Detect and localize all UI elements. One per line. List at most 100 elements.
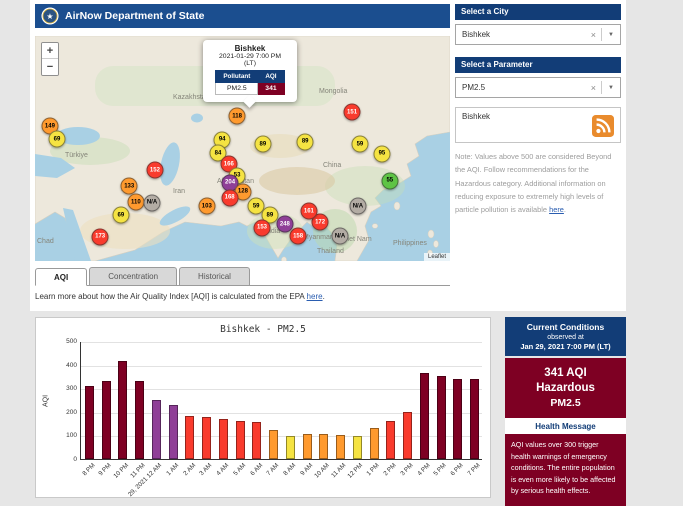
chart-title: Bishkek - PM2.5 (36, 324, 490, 335)
chart-bar[interactable] (85, 386, 94, 459)
chart-bar[interactable] (202, 417, 211, 459)
chart-bar[interactable] (470, 379, 479, 459)
popup-datetime: 2021-01-29 7:00 PM (207, 53, 293, 60)
chart-bar[interactable] (336, 435, 345, 459)
map-aqi-marker[interactable]: 95 (373, 145, 390, 162)
city-clear-icon[interactable]: × (586, 30, 601, 40)
x-axis-tick-label: 4 AM (215, 462, 230, 477)
chart-bar[interactable] (118, 361, 127, 459)
x-axis-tick-label: 1 PM (366, 462, 381, 477)
aqi-note-text: Note: Values above 500 are considered Be… (455, 152, 611, 214)
chart-plot: AQI 01002003004005008 PM9 PM10 PM11 PM29… (80, 342, 482, 460)
map-aqi-marker[interactable]: N/A (349, 198, 366, 215)
current-aqi-block: 341 AQI Hazardous PM2.5 (505, 358, 626, 418)
chart-bar[interactable] (135, 381, 144, 459)
epa-info-suffix: . (323, 292, 325, 301)
chart-bar[interactable] (269, 430, 278, 459)
popup-pollutant-value: PM2.5 (216, 83, 258, 95)
map-aqi-marker[interactable]: 89 (297, 133, 314, 150)
map-aqi-marker[interactable]: 248 (276, 216, 293, 233)
city-caret-down-icon[interactable]: ▼ (602, 32, 620, 38)
chart-bar[interactable] (353, 436, 362, 459)
map-aqi-marker[interactable]: 151 (344, 104, 361, 121)
chart-bar[interactable] (437, 376, 446, 459)
chart-bar[interactable] (102, 381, 111, 459)
chart-bar[interactable] (252, 422, 261, 459)
chart-bar[interactable] (370, 428, 379, 459)
popup-city: Bishkek (207, 44, 293, 53)
popup-table: Pollutant AQI PM2.5 341 (215, 70, 284, 95)
map-aqi-marker[interactable]: 133 (121, 178, 138, 195)
y-axis-tick-label: 400 (49, 362, 77, 369)
chart-bar[interactable] (453, 379, 462, 459)
current-aqi-value: 341 AQI (507, 367, 624, 379)
select-parameter-header: Select a Parameter (455, 57, 621, 73)
map-aqi-marker[interactable]: 89 (254, 136, 271, 153)
aqi-note-suffix: . (564, 205, 566, 214)
chart-bar[interactable] (236, 421, 245, 459)
map-aqi-marker[interactable]: 69 (112, 207, 129, 224)
map-aqi-marker[interactable]: N/A (332, 228, 349, 245)
map-aqi-marker[interactable]: 55 (381, 172, 398, 189)
svg-text:★: ★ (46, 12, 53, 21)
current-conditions-header: Current Conditions observed at Jan 29, 2… (505, 317, 626, 356)
map-aqi-marker[interactable]: 173 (92, 228, 109, 245)
chart-panel: Bishkek - PM2.5 AQI 01002003004005008 PM… (35, 317, 491, 498)
x-axis-tick-label: 3 PM (399, 462, 414, 477)
map-popup: Bishkek 2021-01-29 7:00 PM (LT) Pollutan… (203, 40, 297, 102)
x-axis-tick-label: 6 AM (249, 462, 264, 477)
city-select[interactable]: Bishkek × ▼ (455, 24, 621, 45)
chart-bar[interactable] (303, 434, 312, 459)
parameter-select[interactable]: PM2.5 × ▼ (455, 77, 621, 98)
zoom-in-button[interactable]: + (42, 43, 58, 59)
rss-city-label: Bishkek (462, 112, 490, 121)
x-axis-tick-label: 1 AM (165, 462, 180, 477)
x-axis-tick-label: 2 PM (382, 462, 397, 477)
parameter-caret-down-icon[interactable]: ▼ (602, 85, 620, 91)
chart-bar[interactable] (403, 412, 412, 459)
chart-bar[interactable] (185, 416, 194, 459)
map-aqi-marker[interactable]: 168 (221, 189, 238, 206)
tab-historical[interactable]: Historical (179, 267, 250, 285)
chart-bar[interactable] (286, 436, 295, 459)
map-aqi-marker[interactable]: 152 (146, 162, 163, 179)
map-aqi-marker[interactable]: 153 (254, 219, 271, 236)
zoom-out-button[interactable]: − (42, 59, 58, 75)
map-aqi-marker[interactable]: 69 (48, 131, 65, 148)
chart-bar[interactable] (152, 400, 161, 459)
select-city-header: Select a City (455, 4, 621, 20)
epa-info-text: Learn more about how the Air Quality Ind… (35, 292, 307, 301)
map-aqi-marker[interactable]: 103 (198, 198, 215, 215)
popup-timezone: (LT) (207, 60, 293, 67)
parameter-clear-icon[interactable]: × (586, 83, 601, 93)
map-canvas[interactable]: TürkiyeIraqIranAfghanistanIndiaChinaMyan… (35, 36, 450, 261)
x-axis-tick-label: 9 PM (98, 462, 113, 477)
tab-concentration[interactable]: Concentration (89, 267, 177, 285)
observed-at-datetime: Jan 29, 2021 7:00 PM (LT) (507, 342, 624, 351)
x-axis-tick-label: 11 AM (330, 462, 347, 479)
tab-aqi[interactable]: AQI (35, 268, 87, 286)
map-aqi-marker[interactable]: 158 (290, 228, 307, 245)
map-aqi-marker[interactable]: N/A (144, 194, 161, 211)
page-title: AirNow Department of State (65, 10, 204, 22)
map-aqi-marker[interactable]: 118 (229, 108, 246, 125)
map-attribution-link[interactable]: Leaflet (424, 253, 450, 261)
chart-bar[interactable] (219, 419, 228, 459)
chart-bar[interactable] (420, 373, 429, 459)
current-aqi-category: Hazardous (507, 382, 624, 394)
chart-bar[interactable] (169, 405, 178, 459)
health-message-label: Health Message (505, 418, 626, 434)
note-here-link[interactable]: here (549, 205, 564, 214)
x-axis-tick-label: 4 PM (416, 462, 431, 477)
rss-icon[interactable] (592, 115, 614, 137)
chart-bar[interactable] (386, 421, 395, 459)
map-aqi-marker[interactable]: 110 (127, 194, 144, 211)
epa-here-link[interactable]: here (307, 292, 323, 301)
map-aqi-marker[interactable]: 161 (300, 203, 317, 220)
y-axis-label: AQI (43, 394, 50, 406)
map-aqi-marker[interactable]: 59 (351, 136, 368, 153)
chart-bar[interactable] (319, 434, 328, 459)
current-aqi-parameter: PM2.5 (507, 397, 624, 409)
chart-gridline (81, 342, 482, 343)
popup-col-pollutant: Pollutant (216, 71, 258, 83)
